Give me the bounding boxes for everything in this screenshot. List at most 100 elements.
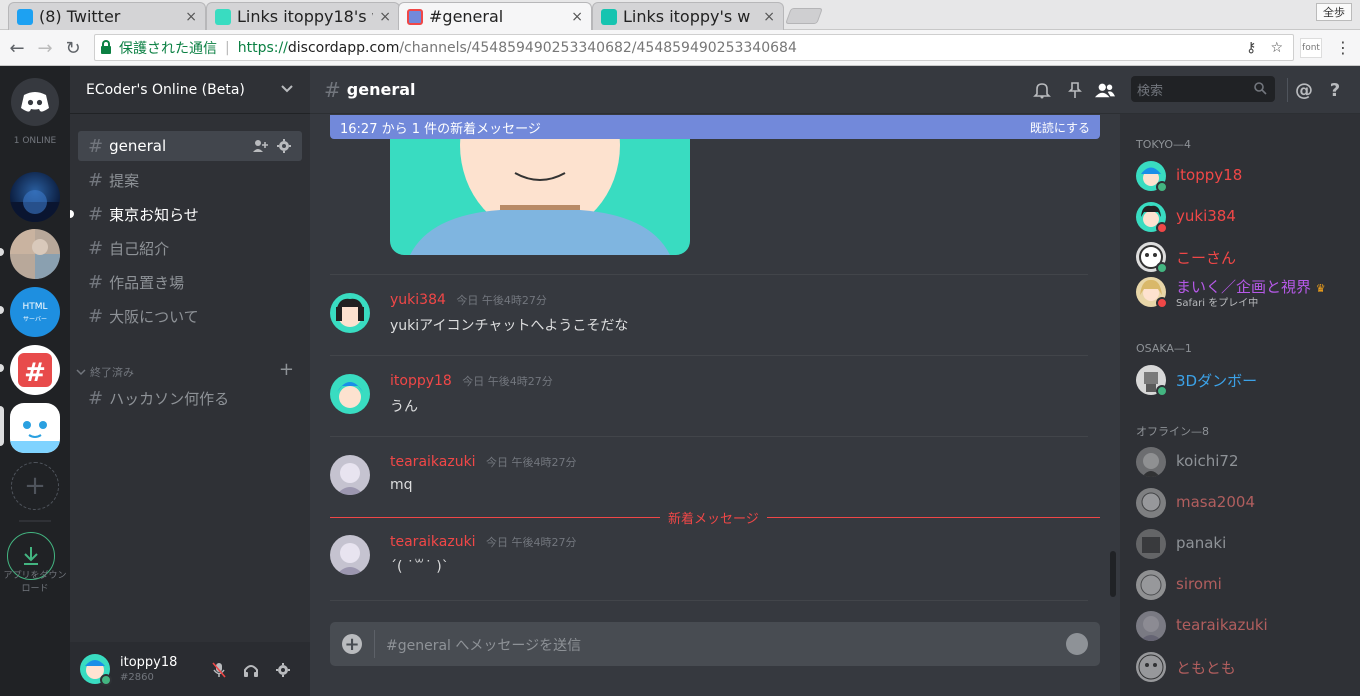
- member-item[interactable]: 3Dダンボー: [1136, 363, 1356, 397]
- channel-osaka[interactable]: # 大阪について: [78, 301, 302, 331]
- channel-self-intro[interactable]: # 自己紹介: [78, 233, 302, 263]
- member-item[interactable]: tearaikazuki: [1136, 609, 1356, 643]
- key-icon[interactable]: ⚷: [1246, 40, 1256, 56]
- address-bar: ← → ↻ 保護された通信 | https:// discordapp.com …: [0, 30, 1360, 66]
- close-tab-icon[interactable]: ×: [379, 9, 391, 25]
- avatar: [1136, 652, 1166, 682]
- settings-gear-icon[interactable]: [276, 138, 292, 154]
- channel-general[interactable]: # general: [78, 131, 302, 161]
- server-list: 1 ONLINE HTML サーバー # + アプリをダウンロード: [0, 66, 70, 696]
- invite-icon[interactable]: [252, 138, 268, 154]
- search-icon: [1254, 82, 1267, 95]
- banner-text: 16:27 から 1 件の新着メッセージ: [340, 121, 541, 137]
- member-item[interactable]: koichi72: [1136, 445, 1356, 479]
- forward-icon[interactable]: →: [34, 37, 56, 59]
- extension-icon[interactable]: font: [1300, 38, 1322, 58]
- star-icon[interactable]: ☆: [1270, 40, 1283, 56]
- chat-scrollbar[interactable]: [1110, 551, 1116, 597]
- search-placeholder: 検索: [1137, 83, 1164, 99]
- category-finished[interactable]: 終了済み +: [70, 359, 310, 381]
- avatar: [1136, 447, 1166, 477]
- avatar[interactable]: [330, 374, 370, 414]
- add-channel-icon[interactable]: +: [279, 359, 294, 380]
- mention-icon[interactable]: @: [1294, 80, 1314, 101]
- new-messages-banner[interactable]: 16:27 から 1 件の新着メッセージ 既読にする: [330, 115, 1100, 139]
- new-messages-divider: 新着メッセージ: [330, 508, 1100, 527]
- member-item[interactable]: masa2004: [1136, 486, 1356, 520]
- close-tab-icon[interactable]: ×: [763, 9, 775, 25]
- message-divider: [330, 600, 1088, 601]
- close-tab-icon[interactable]: ×: [571, 9, 583, 25]
- message-input[interactable]: #general へメッセージを送信: [386, 635, 581, 655]
- channel-works[interactable]: # 作品置き場: [78, 267, 302, 297]
- mark-as-read-button[interactable]: 既読にする: [1030, 119, 1090, 136]
- help-icon[interactable]: ?: [1325, 80, 1345, 101]
- url-input[interactable]: 保護された通信 | https:// discordapp.com /chann…: [94, 34, 1294, 61]
- headphones-icon[interactable]: [242, 661, 260, 679]
- member-item[interactable]: yuki384: [1136, 200, 1356, 234]
- author-name: yuki384: [390, 292, 446, 308]
- mute-mic-icon[interactable]: [210, 661, 228, 679]
- menu-icon[interactable]: ⋮: [1335, 38, 1351, 57]
- guild-header[interactable]: ECoder's Online (Beta): [70, 66, 310, 114]
- channel-name: ハッカソン何作る: [109, 389, 230, 408]
- search-input[interactable]: 検索: [1131, 76, 1275, 102]
- message-author[interactable]: tearaikazuki 今日 午後4時27分: [390, 534, 577, 550]
- tab-title: Links itoppy's w: [623, 7, 751, 26]
- server-unread-pill: [0, 364, 4, 372]
- server-night-sky[interactable]: [10, 172, 60, 222]
- tab-twitter[interactable]: (8) Twitter ×: [8, 2, 206, 30]
- message-author[interactable]: itoppy18 今日 午後4時27分: [390, 373, 553, 389]
- avatar[interactable]: [330, 455, 370, 495]
- pin-icon[interactable]: [1065, 80, 1085, 100]
- profile-button[interactable]: 全歩: [1316, 3, 1352, 21]
- tab-links-itoppy[interactable]: Links itoppy's w ×: [592, 2, 784, 30]
- member-item[interactable]: itoppy18: [1136, 159, 1356, 193]
- bell-icon[interactable]: [1032, 80, 1052, 100]
- svg-text:サーバー: サーバー: [23, 316, 47, 323]
- member-item[interactable]: siromi: [1136, 568, 1356, 602]
- new-tab-button[interactable]: [785, 8, 823, 24]
- avatar-icon: [215, 8, 231, 25]
- members-icon[interactable]: [1095, 80, 1115, 100]
- user-settings-gear-icon[interactable]: [274, 661, 292, 679]
- avatar[interactable]: [330, 293, 370, 333]
- message-divider: [330, 355, 1088, 356]
- member-item[interactable]: panaki: [1136, 527, 1356, 561]
- tab-general[interactable]: #general ×: [398, 2, 592, 30]
- channel-teian[interactable]: # 提案: [78, 165, 302, 195]
- add-server-button[interactable]: +: [11, 462, 59, 510]
- online-status-dot: [1156, 181, 1168, 193]
- member-item[interactable]: こーさん: [1136, 240, 1356, 274]
- url-host: discordapp.com: [287, 39, 400, 56]
- discord-home-button[interactable]: [11, 78, 59, 126]
- tab-title: Links itoppy18's w: [237, 7, 374, 26]
- member-item[interactable]: まいく／企画と視界 ♛ Safari をプレイ中: [1136, 275, 1356, 309]
- server-hashtag[interactable]: #: [10, 345, 60, 395]
- member-item[interactable]: ともとも: [1136, 650, 1356, 684]
- channel-name: 作品置き場: [109, 273, 185, 292]
- hash-icon: #: [88, 169, 104, 191]
- channel-hackathon[interactable]: # ハッカソン何作る: [78, 383, 302, 413]
- close-tab-icon[interactable]: ×: [185, 9, 197, 25]
- avatar: [1136, 570, 1166, 600]
- online-count: 1 ONLINE: [13, 136, 57, 146]
- server-ecoders-online[interactable]: [10, 403, 60, 453]
- tab-links-itoppy18[interactable]: Links itoppy18's w ×: [206, 2, 400, 30]
- server-html-programmer[interactable]: HTML サーバー: [10, 287, 60, 337]
- message-author[interactable]: tearaikazuki 今日 午後4時27分: [390, 454, 577, 470]
- attach-plus-icon[interactable]: +: [342, 634, 362, 655]
- server-photo[interactable]: [10, 229, 60, 279]
- browser-tab-bar: (8) Twitter × Links itoppy18's w × #gene…: [0, 0, 1360, 30]
- avatar[interactable]: [330, 535, 370, 575]
- member-activity: Safari をプレイ中: [1176, 298, 1259, 309]
- chat-area: # general 検索 @ ? 16:27 から 1 件の新着メッセージ 既読…: [310, 66, 1360, 696]
- timestamp: 今日 午後4時27分: [456, 294, 547, 307]
- message-author[interactable]: yuki384 今日 午後4時27分: [390, 292, 547, 308]
- reload-icon[interactable]: ↻: [62, 37, 84, 59]
- chevron-down-icon: [281, 85, 293, 93]
- channel-tokyo-news[interactable]: # 東京お知らせ: [70, 199, 302, 229]
- back-icon[interactable]: ←: [6, 37, 28, 59]
- emoji-icon[interactable]: [1066, 633, 1088, 655]
- dnd-status-dot: [1156, 297, 1168, 309]
